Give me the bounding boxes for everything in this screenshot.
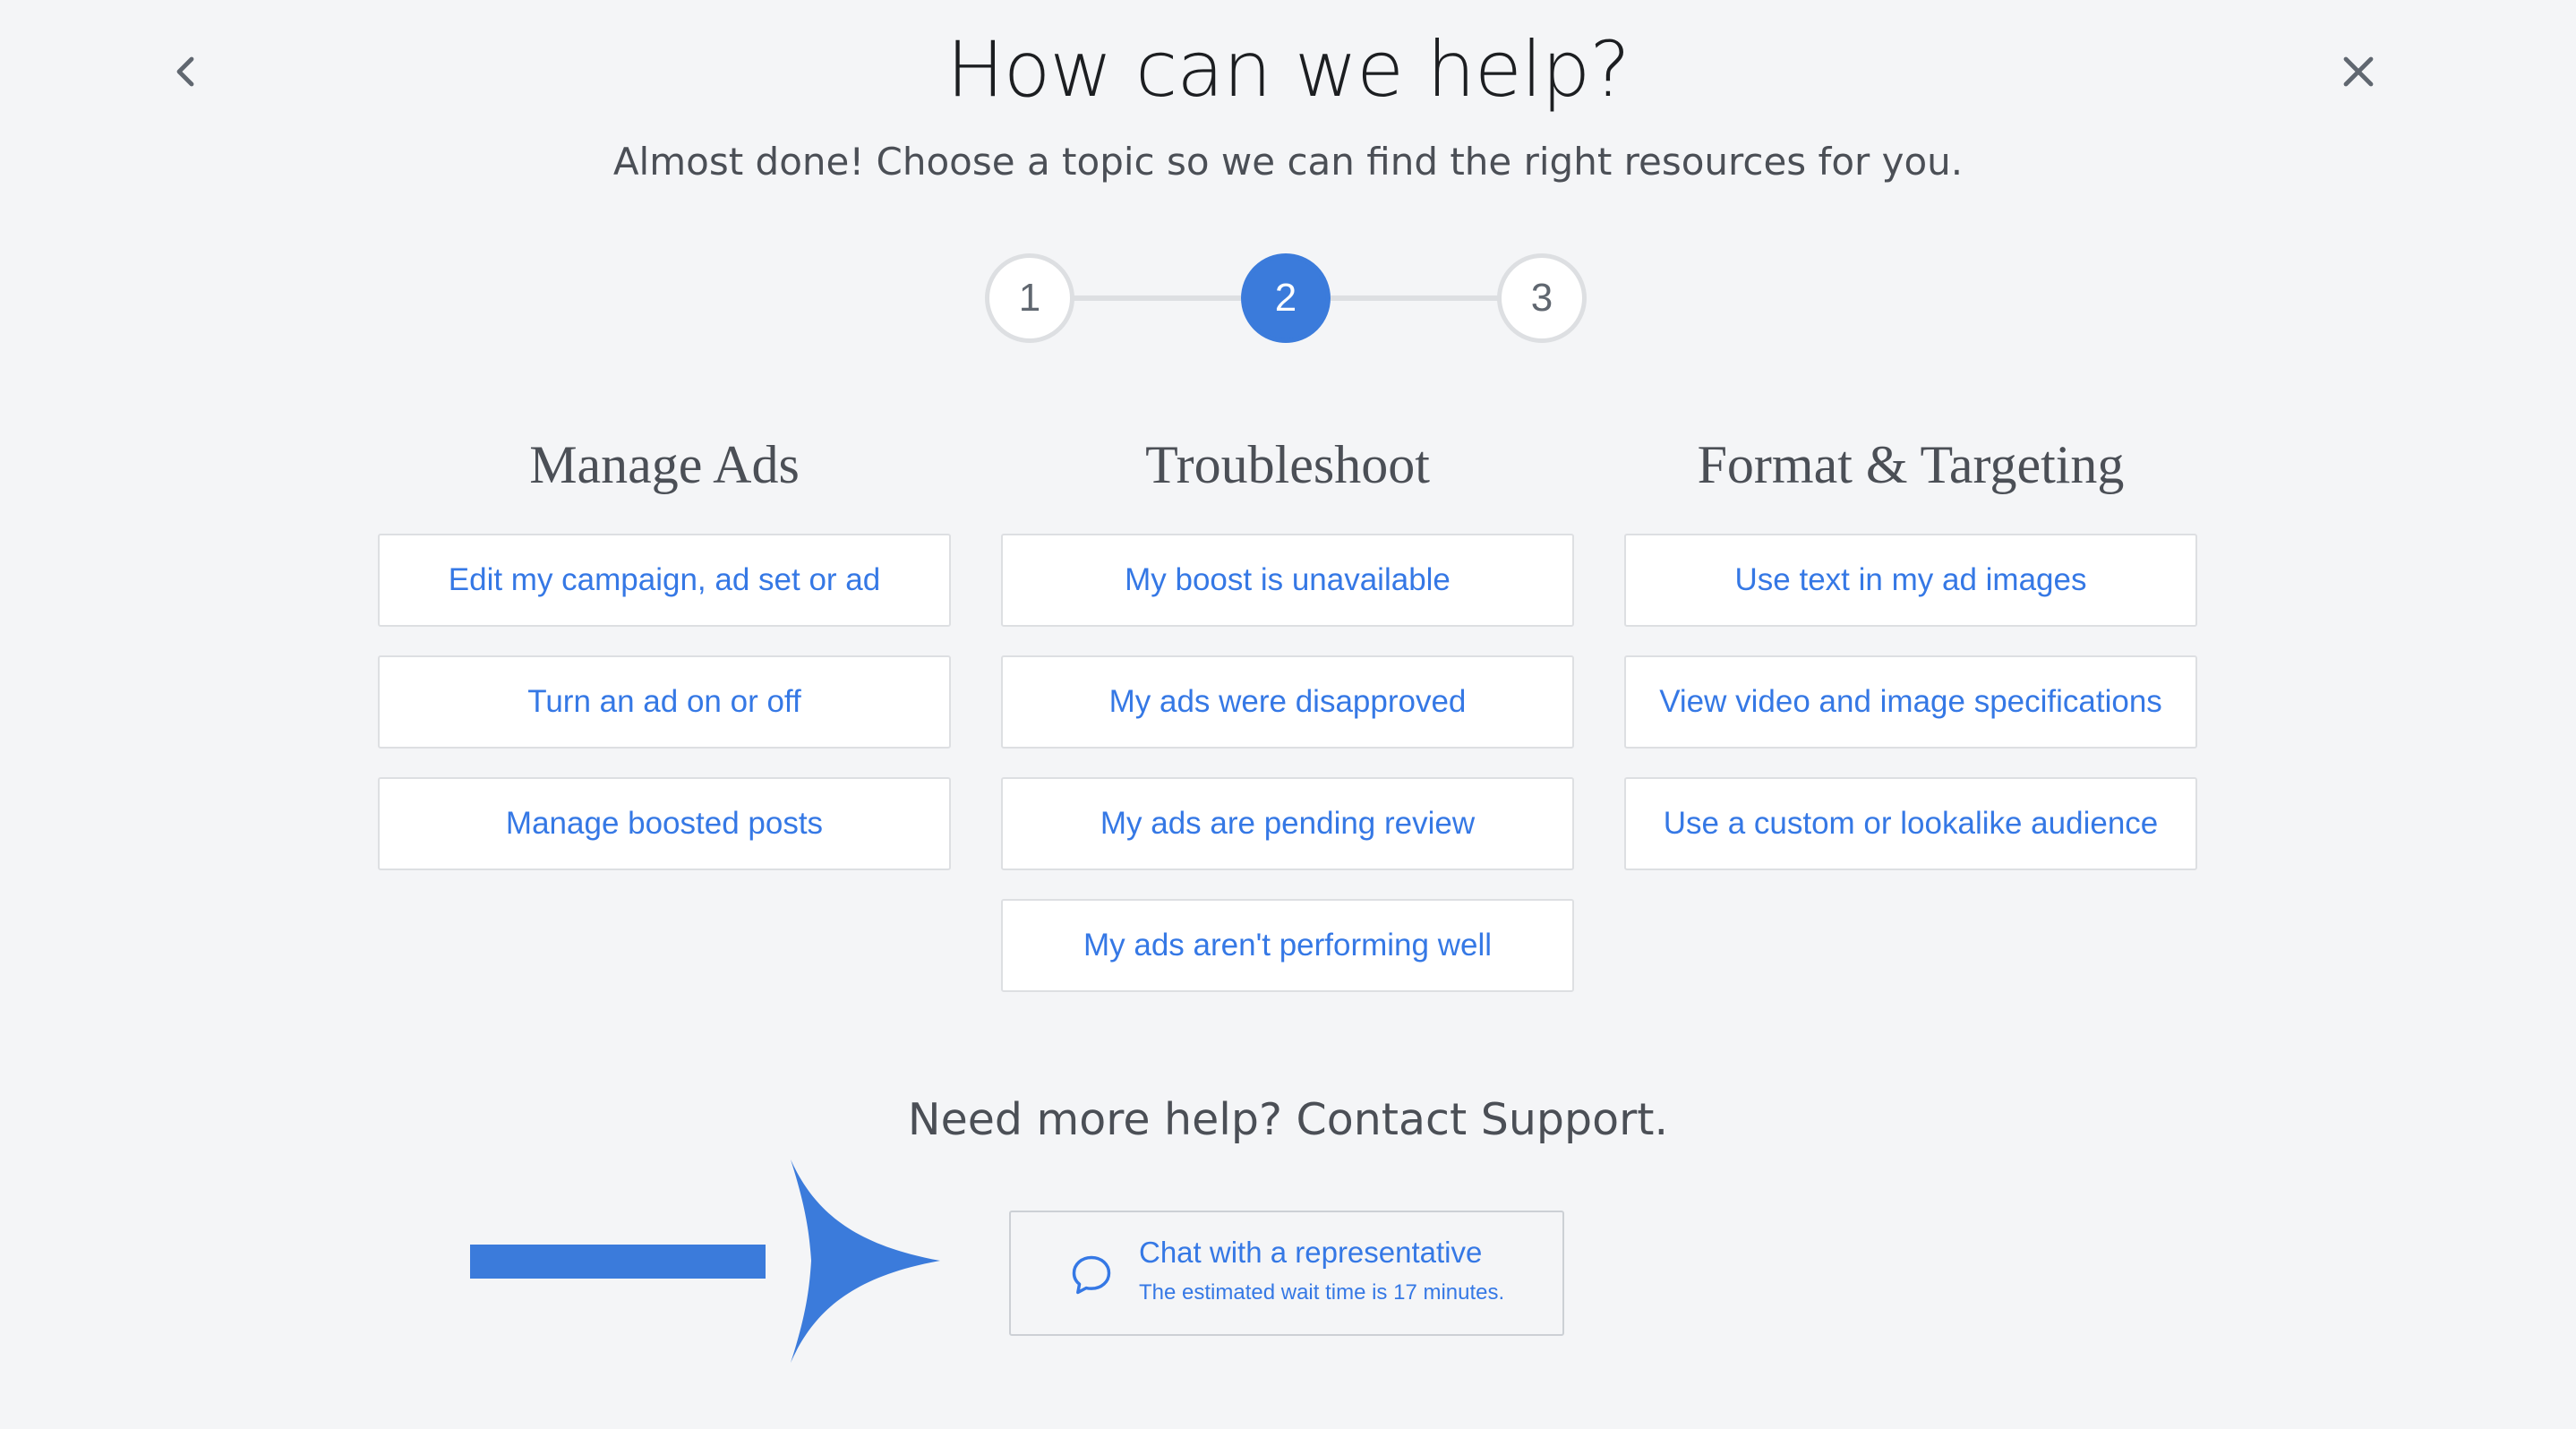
chat-button-label: Chat with a representative (1139, 1236, 1483, 1269)
column-title-manage-ads: Manage Ads (529, 435, 800, 494)
stepper-connector (1331, 295, 1506, 301)
option-turn-ad-on-off[interactable]: Turn an ad on or off (378, 655, 951, 749)
page-subtitle: Almost done! Choose a topic so we can fi… (612, 140, 1964, 184)
chat-wait-time: The estimated wait time is 17 minutes. (1139, 1280, 1505, 1305)
page-title: How can we help? (946, 25, 1630, 115)
annotation-arrow-icon (470, 1159, 940, 1363)
option-video-image-specs[interactable]: View video and image specifications (1624, 655, 2197, 749)
option-edit-campaign[interactable]: Edit my campaign, ad set or ad (378, 534, 951, 627)
contact-support-heading: Need more help? Contact Support. (907, 1094, 1669, 1145)
option-boost-unavailable[interactable]: My boost is unavailable (1001, 534, 1574, 627)
option-ads-not-performing[interactable]: My ads aren't performing well (1001, 899, 1574, 992)
option-ads-pending-review[interactable]: My ads are pending review (1001, 777, 1574, 870)
option-text-in-ad-images[interactable]: Use text in my ad images (1624, 534, 2197, 627)
chat-with-representative-button[interactable]: Chat with a representative The estimated… (1009, 1211, 1564, 1336)
step-1: 1 (985, 253, 1074, 343)
option-custom-lookalike-audience[interactable]: Use a custom or lookalike audience (1624, 777, 2197, 870)
step-3: 3 (1497, 253, 1587, 343)
chat-bubble-icon (1072, 1255, 1111, 1295)
step-2-active: 2 (1241, 253, 1331, 343)
progress-stepper: 1 2 3 (985, 253, 1587, 343)
option-ads-disapproved[interactable]: My ads were disapproved (1001, 655, 1574, 749)
option-manage-boosted-posts[interactable]: Manage boosted posts (378, 777, 951, 870)
column-title-format-targeting: Format & Targeting (1697, 435, 2125, 494)
stepper-connector (1065, 295, 1241, 301)
column-title-troubleshoot: Troubleshoot (1145, 435, 1430, 494)
